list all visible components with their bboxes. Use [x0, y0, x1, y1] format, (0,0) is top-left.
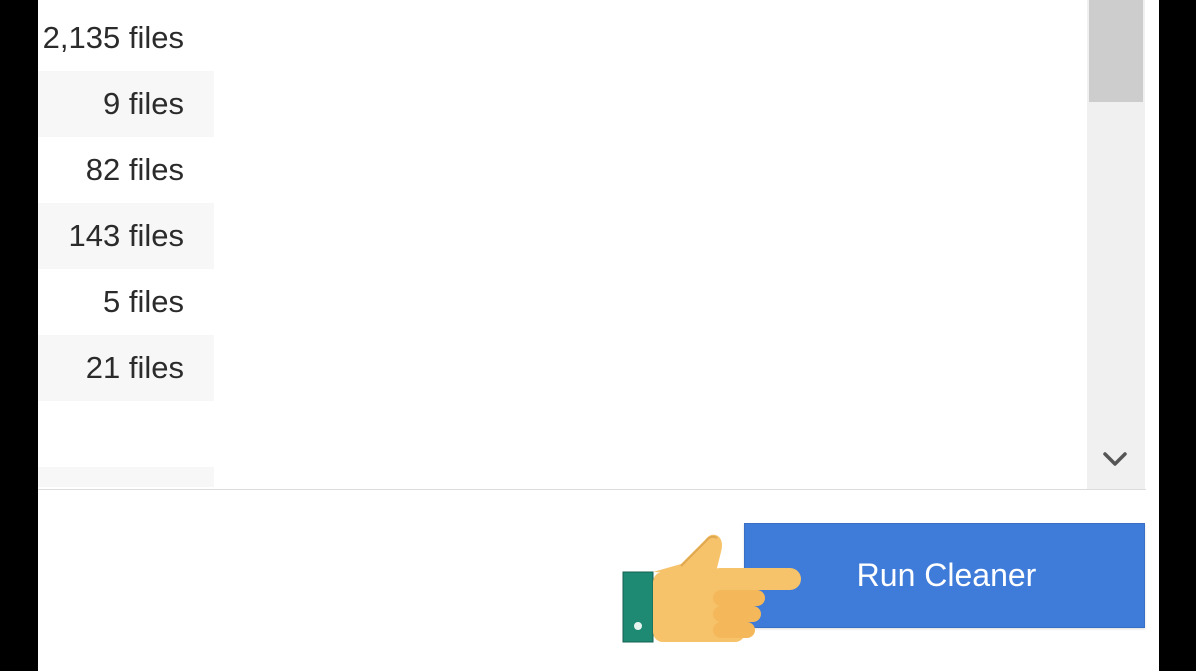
file-count-row: 9 files [38, 71, 214, 137]
file-count-label: 21 files [85, 350, 184, 385]
black-border [1159, 0, 1196, 671]
file-count-label: 2,135 files [42, 20, 184, 55]
file-count-row: 82 files [38, 137, 214, 203]
vertical-scrollbar[interactable] [1087, 0, 1145, 489]
file-count-column: 2,135 files 9 files 82 files 143 files 5… [38, 5, 214, 487]
file-count-row [38, 401, 214, 467]
file-count-label: 143 files [68, 218, 184, 253]
file-count-row: 143 files [38, 203, 214, 269]
chevron-down-icon [1103, 452, 1127, 466]
file-count-label: 9 files [103, 86, 184, 121]
file-count-label: 5 files [103, 284, 184, 319]
results-panel: 2,135 files 9 files 82 files 143 files 5… [38, 0, 1146, 490]
screen: 2,135 files 9 files 82 files 143 files 5… [0, 0, 1196, 671]
file-count-row: 5 files [38, 269, 214, 335]
scroll-down-button[interactable] [1099, 444, 1131, 474]
pointing-hand-icon [622, 534, 801, 643]
scrollbar-thumb[interactable] [1089, 0, 1143, 102]
cleaner-window: 2,135 files 9 files 82 files 143 files 5… [38, 0, 1159, 671]
file-count-label: 82 files [85, 152, 184, 187]
file-count-row [38, 467, 214, 487]
run-cleaner-label: Run Cleaner [856, 557, 1037, 593]
file-count-row: 21 files [38, 335, 214, 401]
file-count-row: 2,135 files [38, 5, 214, 71]
